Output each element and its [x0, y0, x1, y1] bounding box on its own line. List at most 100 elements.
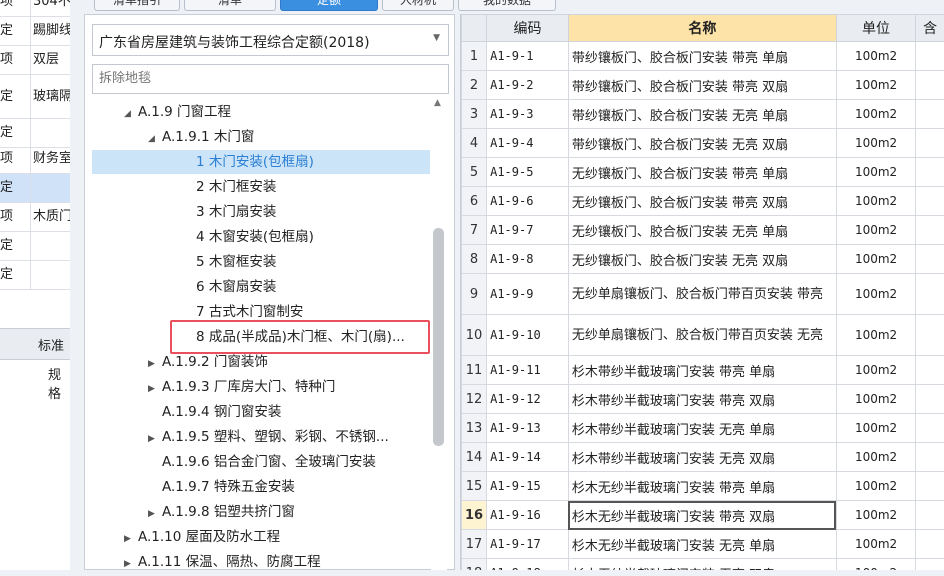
extra-cell[interactable]	[916, 414, 944, 443]
table-row[interactable]: 17A1-9-17杉木无纱半截玻璃门安装 无亮 单扇100m2	[462, 530, 944, 559]
row-number[interactable]: 15	[462, 472, 487, 501]
table-row[interactable]: 16A1-9-16杉木无纱半截玻璃门安装 带亮 双扇100m2	[462, 501, 944, 530]
name-cell[interactable]: 无纱单扇镶板门、胶合板门带百页安装 带亮	[568, 274, 836, 315]
table-row[interactable]: 5A1-9-5无纱镶板门、胶合板门安装 带亮 单扇100m2	[462, 158, 944, 187]
extra-cell[interactable]	[916, 158, 944, 187]
row-number[interactable]: 10	[462, 315, 487, 356]
grid-row[interactable]: 定	[0, 232, 70, 261]
table-row[interactable]: 9A1-9-9无纱单扇镶板门、胶合板门带百页安装 带亮100m2	[462, 274, 944, 315]
table-row[interactable]: 14A1-9-14杉木带纱半截玻璃门安装 无亮 双扇100m2	[462, 443, 944, 472]
unit-cell[interactable]: 100m2	[836, 71, 915, 100]
unit-cell[interactable]: 100m2	[836, 472, 915, 501]
scrollbar-thumb[interactable]	[433, 228, 444, 446]
tree-node[interactable]: A.1.9.6 铝合金门窗、全玻璃门安装	[148, 450, 376, 474]
grid-row[interactable]: 定	[0, 261, 70, 290]
row-number[interactable]: 1	[462, 42, 487, 71]
row-number[interactable]: 17	[462, 530, 487, 559]
row-number[interactable]: 4	[462, 129, 487, 158]
code-cell[interactable]: A1-9-1	[487, 42, 569, 71]
search-input[interactable]	[93, 65, 445, 91]
tree-node-a111[interactable]: ▶A.1.11 保温、隔热、防腐工程	[124, 550, 321, 574]
code-cell[interactable]: A1-9-6	[487, 187, 569, 216]
name-cell[interactable]: 带纱镶板门、胶合板门安装 无亮 单扇	[568, 100, 836, 129]
extra-cell[interactable]	[916, 501, 944, 530]
row-number[interactable]: 3	[462, 100, 487, 129]
tab-my-data[interactable]: 我的数据	[458, 0, 556, 11]
code-cell[interactable]: A1-9-9	[487, 274, 569, 315]
extra-cell[interactable]	[916, 100, 944, 129]
table-row[interactable]: 2A1-9-2带纱镶板门、胶合板门安装 带亮 双扇100m2	[462, 71, 944, 100]
row-number[interactable]: 5	[462, 158, 487, 187]
extra-cell[interactable]	[916, 385, 944, 414]
tree-node[interactable]: ▶A.1.9.5 塑料、塑钢、彩钢、不锈钢...	[148, 425, 389, 449]
name-cell[interactable]: 杉木带纱半截玻璃门安装 无亮 双扇	[568, 443, 836, 472]
table-row[interactable]: 8A1-9-8无纱镶板门、胶合板门安装 无亮 双扇100m2	[462, 245, 944, 274]
tree-node[interactable]: 2 木门框安装	[196, 175, 276, 199]
table-row[interactable]: 6A1-9-6无纱镶板门、胶合板门安装 带亮 双扇100m2	[462, 187, 944, 216]
name-cell[interactable]: 杉木无纱半截玻璃门安装 无亮 双扇	[568, 559, 836, 571]
grid-row[interactable]: 项财务室	[0, 145, 70, 174]
tree-node[interactable]: 3 木门扇安装	[196, 200, 276, 224]
code-cell[interactable]: A1-9-14	[487, 443, 569, 472]
name-cell[interactable]: 带纱镶板门、胶合板门安装 无亮 双扇	[568, 129, 836, 158]
table-row[interactable]: 3A1-9-3带纱镶板门、胶合板门安装 无亮 单扇100m2	[462, 100, 944, 129]
tree-node-a110[interactable]: ▶A.1.10 屋面及防水工程	[124, 525, 280, 549]
extra-cell[interactable]	[916, 443, 944, 472]
row-number[interactable]: 14	[462, 443, 487, 472]
table-row[interactable]: 7A1-9-7无纱镶板门、胶合板门安装 无亮 单扇100m2	[462, 216, 944, 245]
extra-cell[interactable]	[916, 274, 944, 315]
code-cell[interactable]: A1-9-5	[487, 158, 569, 187]
extra-cell[interactable]	[916, 472, 944, 501]
extra-cell[interactable]	[916, 245, 944, 274]
unit-cell[interactable]: 100m2	[836, 414, 915, 443]
extra-cell[interactable]	[916, 559, 944, 571]
grid-row[interactable]: 定玻璃隔	[0, 75, 70, 119]
table-row[interactable]: 18A1-9-18杉木无纱半截玻璃门安装 无亮 双扇100m2	[462, 559, 944, 571]
tree-node[interactable]: ▶A.1.9.8 铝塑共挤门窗	[148, 500, 295, 524]
unit-cell[interactable]: 100m2	[836, 42, 915, 71]
unit-cell[interactable]: 100m2	[836, 274, 915, 315]
row-number[interactable]: 7	[462, 216, 487, 245]
unit-cell[interactable]: 100m2	[836, 315, 915, 356]
unit-cell[interactable]: 100m2	[836, 187, 915, 216]
extra-cell[interactable]	[916, 71, 944, 100]
tree-node[interactable]: 5 木窗框安装	[196, 250, 276, 274]
row-number[interactable]: 6	[462, 187, 487, 216]
extra-cell[interactable]	[916, 315, 944, 356]
row-number[interactable]: 18	[462, 559, 487, 571]
grid-row-selected[interactable]: 定	[0, 174, 70, 203]
grid-row[interactable]: 项双层	[0, 46, 70, 75]
name-cell[interactable]: 无纱镶板门、胶合板门安装 无亮 单扇	[568, 216, 836, 245]
tree-node[interactable]: A.1.9.7 特殊五金安装	[148, 475, 295, 499]
code-cell[interactable]: A1-9-15	[487, 472, 569, 501]
table-row[interactable]: 13A1-9-13杉木带纱半截玻璃门安装 无亮 单扇100m2	[462, 414, 944, 443]
tree-node[interactable]: 6 木窗扇安装	[196, 275, 276, 299]
table-row[interactable]: 12A1-9-12杉木带纱半截玻璃门安装 带亮 双扇100m2	[462, 385, 944, 414]
quota-library-select[interactable]: 广东省房屋建筑与装饰工程综合定额(2018) ▼	[92, 24, 449, 56]
name-cell[interactable]: 杉木带纱半截玻璃门安装 无亮 单扇	[568, 414, 836, 443]
extra-cell[interactable]	[916, 42, 944, 71]
table-row[interactable]: 11A1-9-11杉木带纱半截玻璃门安装 带亮 单扇100m2	[462, 356, 944, 385]
row-number[interactable]: 13	[462, 414, 487, 443]
unit-cell[interactable]: 100m2	[836, 100, 915, 129]
tree-node[interactable]: A.1.9.4 钢门窗安装	[148, 400, 281, 424]
extra-cell[interactable]	[916, 187, 944, 216]
grid-row[interactable]: 项木质门	[0, 203, 70, 232]
column-header-unit[interactable]: 单位	[836, 15, 915, 42]
name-cell[interactable]: 带纱镶板门、胶合板门安装 带亮 双扇	[568, 71, 836, 100]
unit-cell[interactable]: 100m2	[836, 385, 915, 414]
extra-cell[interactable]	[916, 129, 944, 158]
name-cell[interactable]: 杉木无纱半截玻璃门安装 无亮 单扇	[568, 530, 836, 559]
unit-cell[interactable]: 100m2	[836, 356, 915, 385]
code-cell[interactable]: A1-9-16	[487, 501, 569, 530]
extra-cell[interactable]	[916, 216, 944, 245]
unit-cell[interactable]: 100m2	[836, 216, 915, 245]
grid-row[interactable]: 定踢脚线	[0, 17, 70, 46]
tab-bill-guide[interactable]: 清单指引	[94, 0, 180, 11]
column-header-code[interactable]: 编码	[487, 15, 569, 42]
table-row[interactable]: 15A1-9-15杉木无纱半截玻璃门安装 带亮 单扇100m2	[462, 472, 944, 501]
unit-cell[interactable]: 100m2	[836, 158, 915, 187]
tab-quota[interactable]: 定额	[280, 0, 378, 11]
name-cell[interactable]: 无纱镶板门、胶合板门安装 无亮 双扇	[568, 245, 836, 274]
tree-node-a191[interactable]: ◢A.1.9.1 木门窗	[148, 125, 254, 149]
